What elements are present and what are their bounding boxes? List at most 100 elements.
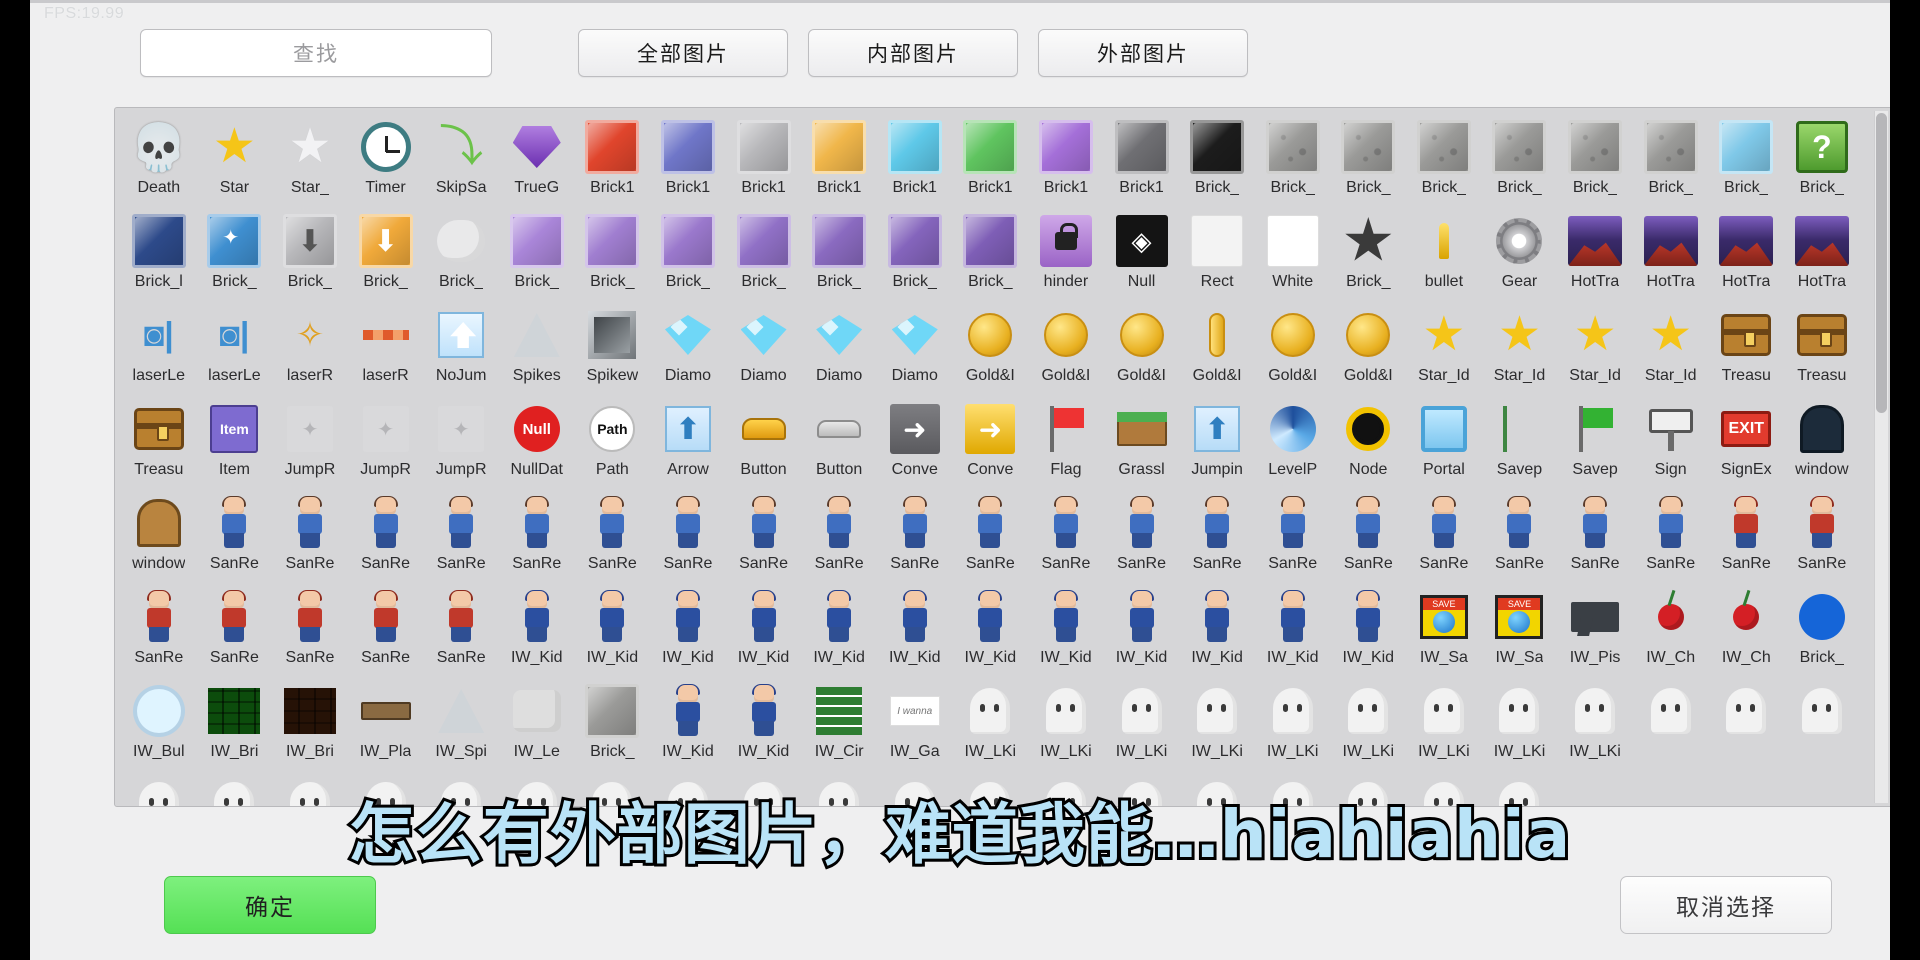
image-grid-item[interactable] xyxy=(1331,772,1407,806)
image-grid-item[interactable]: IW_Sa xyxy=(1482,584,1558,678)
image-grid-item[interactable]: Treasu xyxy=(121,396,197,490)
image-grid-item[interactable]: IW_Kid xyxy=(726,678,802,772)
tab-external-images[interactable]: 外部图片 xyxy=(1038,29,1248,77)
image-grid-item[interactable]: IW_Kid xyxy=(1331,584,1407,678)
image-grid-item[interactable]: window xyxy=(1784,396,1860,490)
image-grid-item[interactable]: IW_Kid xyxy=(726,584,802,678)
image-grid-item[interactable]: IW_Bri xyxy=(197,678,273,772)
image-grid-item[interactable]: hinder xyxy=(1028,208,1104,302)
image-grid-item[interactable]: IW_Ch xyxy=(1633,584,1709,678)
image-grid-item[interactable]: SanRe xyxy=(1331,490,1407,584)
image-grid-item[interactable]: JumpR xyxy=(348,396,424,490)
image-grid-item[interactable] xyxy=(272,772,348,806)
image-grid-item[interactable]: Brick_ xyxy=(1482,114,1558,208)
image-grid-item[interactable] xyxy=(650,772,726,806)
image-grid-item[interactable]: Item Item xyxy=(197,396,273,490)
image-grid-item[interactable]: IW_Spi xyxy=(423,678,499,772)
tab-internal-images[interactable]: 内部图片 xyxy=(808,29,1018,77)
image-grid-item[interactable]: Null NullDat xyxy=(499,396,575,490)
image-grid-item[interactable] xyxy=(953,772,1029,806)
image-grid-item[interactable]: SanRe xyxy=(499,490,575,584)
image-grid-item[interactable]: Brick1 xyxy=(726,114,802,208)
image-grid-item[interactable]: Button xyxy=(801,396,877,490)
image-grid-item[interactable]: IW_Bri xyxy=(272,678,348,772)
image-grid-item[interactable]: Gold&I xyxy=(1331,302,1407,396)
image-grid-item[interactable]: IW_LKi xyxy=(1028,678,1104,772)
image-grid-item[interactable]: ★ Star xyxy=(197,114,273,208)
image-grid-item[interactable]: window xyxy=(121,490,197,584)
image-grid-item[interactable]: SanRe xyxy=(423,490,499,584)
image-grid-item[interactable]: Gold&I xyxy=(1255,302,1331,396)
image-grid-item[interactable]: Brick_ xyxy=(499,208,575,302)
image-grid-item[interactable]: Gear xyxy=(1482,208,1558,302)
image-grid-item[interactable]: SanRe xyxy=(272,490,348,584)
cancel-selection-button[interactable]: 取消选择 xyxy=(1620,876,1832,934)
image-grid-item[interactable]: ⬆ Arrow xyxy=(650,396,726,490)
image-grid-item[interactable]: Diamo xyxy=(801,302,877,396)
image-grid-item[interactable]: Brick_ xyxy=(1331,114,1407,208)
image-grid-item[interactable]: SanRe xyxy=(1482,490,1558,584)
image-grid-item[interactable] xyxy=(1179,772,1255,806)
image-grid-item[interactable]: Timer xyxy=(348,114,424,208)
image-grid-item[interactable] xyxy=(801,772,877,806)
search-input[interactable]: 查找 xyxy=(140,29,492,77)
image-grid-item[interactable]: ⬇ Brick_ xyxy=(348,208,424,302)
image-grid-item[interactable]: HotTra xyxy=(1784,208,1860,302)
image-grid-item[interactable]: IW_LKi xyxy=(1255,678,1331,772)
image-grid-item[interactable] xyxy=(1104,772,1180,806)
image-grid-item[interactable]: Brick1 xyxy=(877,114,953,208)
image-grid-item[interactable]: Brick1 xyxy=(650,114,726,208)
image-grid-item[interactable] xyxy=(877,772,953,806)
image-grid-item[interactable]: Portal xyxy=(1406,396,1482,490)
image-grid-item[interactable]: Brick_ xyxy=(1406,114,1482,208)
image-grid-item[interactable]: IW_Kid xyxy=(1028,584,1104,678)
image-grid-item[interactable]: SanRe xyxy=(726,490,802,584)
image-grid-item[interactable]: IW_Kid xyxy=(650,584,726,678)
image-grid-item[interactable]: IW_Le xyxy=(499,678,575,772)
image-grid-item[interactable]: Sign xyxy=(1633,396,1709,490)
image-grid-item[interactable]: IW_LKi xyxy=(1557,678,1633,772)
image-grid-item[interactable]: ◙| laserLe xyxy=(197,302,273,396)
image-grid-item[interactable]: SanRe xyxy=(197,490,273,584)
image-grid-item[interactable]: Gold&I xyxy=(1179,302,1255,396)
image-grid-item[interactable]: SanRe xyxy=(197,584,273,678)
image-grid-item[interactable]: SanRe xyxy=(1708,490,1784,584)
image-grid-item[interactable]: Brick1 xyxy=(1028,114,1104,208)
image-grid-item[interactable]: White xyxy=(1255,208,1331,302)
image-grid-item[interactable]: SanRe xyxy=(650,490,726,584)
image-grid-item[interactable]: SanRe xyxy=(1104,490,1180,584)
image-grid-item[interactable]: Node xyxy=(1331,396,1407,490)
image-grid-item[interactable]: SanRe xyxy=(1406,490,1482,584)
image-grid-item[interactable]: IW_Ch xyxy=(1708,584,1784,678)
image-grid-item[interactable] xyxy=(197,772,273,806)
image-grid-item[interactable]: ◙| laserLe xyxy=(121,302,197,396)
image-grid-item[interactable] xyxy=(499,772,575,806)
image-grid-item[interactable]: Treasu xyxy=(1708,302,1784,396)
image-grid-item[interactable]: SanRe xyxy=(953,490,1029,584)
image-grid-item[interactable]: I wanna IW_Ga xyxy=(877,678,953,772)
image-grid-item[interactable]: Savep xyxy=(1482,396,1558,490)
image-grid-item[interactable]: SanRe xyxy=(877,490,953,584)
image-grid-item[interactable]: Brick_ xyxy=(1557,114,1633,208)
image-grid-item[interactable]: ★ Star_ xyxy=(272,114,348,208)
image-grid-item[interactable]: IW_Kid xyxy=(499,584,575,678)
image-grid-item[interactable]: Brick_ xyxy=(575,208,651,302)
image-grid-item[interactable]: SanRe xyxy=(348,584,424,678)
image-grid-item[interactable]: Rect xyxy=(1179,208,1255,302)
image-grid-item[interactable] xyxy=(575,772,651,806)
image-grid-item[interactable]: IW_Bul xyxy=(121,678,197,772)
image-grid-item[interactable]: IW_Kid xyxy=(1104,584,1180,678)
image-grid-item[interactable]: IW_Pla xyxy=(348,678,424,772)
confirm-button[interactable]: 确定 xyxy=(164,876,376,934)
image-grid-item[interactable]: IW_LKi xyxy=(1179,678,1255,772)
image-grid-item[interactable]: 💀 Death xyxy=(121,114,197,208)
image-grid-item[interactable]: Flag xyxy=(1028,396,1104,490)
image-grid-item[interactable]: Brick1 xyxy=(801,114,877,208)
image-grid-item[interactable]: TrueG xyxy=(499,114,575,208)
image-grid-item[interactable]: SanRe xyxy=(575,490,651,584)
image-grid-item[interactable]: Button xyxy=(726,396,802,490)
image-grid-item[interactable]: Diamo xyxy=(726,302,802,396)
image-grid-item[interactable]: IW_Kid xyxy=(650,678,726,772)
image-grid-item[interactable] xyxy=(1708,678,1784,772)
image-grid-item[interactable]: Spikes xyxy=(499,302,575,396)
